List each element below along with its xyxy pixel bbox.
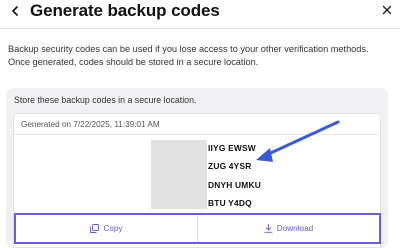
copy-button[interactable]: Copy	[16, 215, 197, 242]
panel-divider	[14, 134, 380, 135]
copy-icon	[90, 224, 100, 233]
generate-backup-codes-page: Generate backup codes Backup security co…	[0, 0, 400, 248]
close-button[interactable]	[380, 4, 394, 18]
code-actions: Copy Download	[14, 213, 381, 244]
backup-code: IIYG EWSW	[208, 143, 256, 153]
chevron-left-icon	[11, 3, 19, 21]
generated-timestamp: Generated on 7/22/2025, 11:39:01 AM	[21, 120, 160, 129]
download-button[interactable]: Download	[197, 215, 379, 242]
backup-code: ZUG 4YSR	[208, 161, 252, 171]
close-icon	[382, 2, 392, 20]
backup-code: BTU Y4DQ	[208, 198, 252, 208]
download-icon	[264, 224, 273, 233]
page-title: Generate backup codes	[30, 1, 220, 20]
header-divider	[0, 28, 400, 29]
card-label: Store these backup codes in a secure loc…	[14, 95, 197, 105]
copy-label: Copy	[103, 224, 123, 233]
header: Generate backup codes	[0, 0, 400, 26]
back-button[interactable]	[8, 4, 22, 20]
redacted-region	[151, 140, 207, 209]
intro-text: Backup security codes can be used if you…	[8, 44, 369, 68]
download-label: Download	[276, 224, 314, 233]
backup-code: DNYH UMKU	[208, 180, 261, 190]
